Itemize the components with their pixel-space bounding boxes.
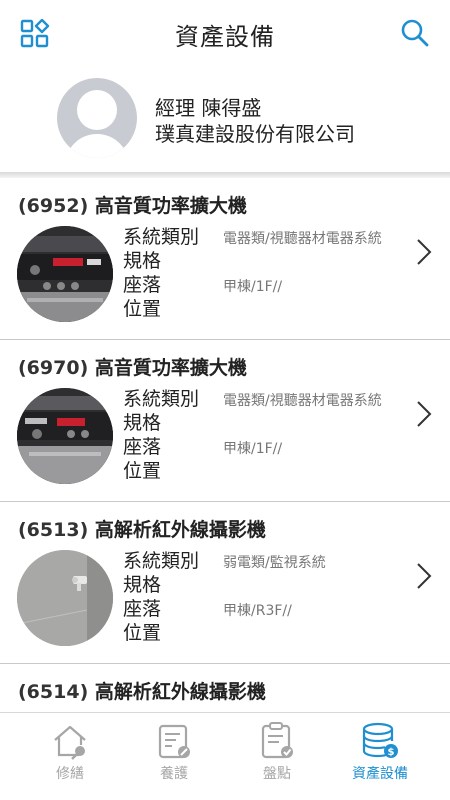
label-position: 位置 — [123, 622, 162, 644]
label-spec: 規格 — [123, 250, 162, 272]
amplifier-thumbnail — [17, 388, 113, 484]
house-wrench-icon — [54, 725, 86, 760]
label-position: 位置 — [123, 460, 162, 482]
label-position: 位置 — [123, 298, 162, 320]
label-system-type: 系統類別 — [123, 226, 200, 248]
asset-name: 高音質功率擴大機 — [94, 357, 247, 379]
asset-title: (6513) 高解析紅外線攝影機 — [18, 515, 266, 542]
camera-thumbnail — [17, 550, 113, 646]
page-title: 資產設備 — [175, 23, 275, 51]
bottom-tab-bar: 修繕 養護 盤點 $ 資產設備 — [0, 712, 450, 800]
list-item[interactable]: (6514) 高解析紅外線攝影機 — [0, 664, 450, 712]
chevron-right-icon[interactable] — [416, 562, 432, 590]
asset-name: 高解析紅外線攝影機 — [94, 681, 266, 703]
tab-label: 修繕 — [56, 766, 84, 782]
database-coin-icon: $ — [362, 722, 398, 758]
tab-label: 養護 — [160, 766, 188, 782]
asset-code: (6513) — [18, 519, 89, 541]
label-located: 座落 — [123, 274, 162, 296]
asset-code: (6952) — [18, 195, 89, 217]
asset-title: (6952) 高音質功率擴大機 — [18, 191, 247, 218]
tab-label: 盤點 — [263, 766, 291, 782]
clipboard-check-icon — [261, 722, 293, 759]
system-type-value: 電器類/視聽器材電器系統 — [223, 393, 382, 409]
system-type-value: 弱電類/監視系統 — [223, 555, 326, 571]
label-system-type: 系統類別 — [123, 388, 200, 410]
tab-assets[interactable]: $ 資產設備 — [330, 721, 430, 793]
company-name: 璞真建設股份有限公司 — [155, 122, 355, 146]
asset-code: (6970) — [18, 357, 89, 379]
label-spec: 規格 — [123, 412, 162, 434]
list-item[interactable]: (6513) 高解析紅外線攝影機 系統類別 規格 座落 位置 弱電類/監視系統 … — [0, 502, 450, 664]
amplifier-thumbnail — [17, 226, 113, 322]
field-labels: 系統類別 規格 座落 位置 — [123, 387, 199, 483]
field-labels: 系統類別 規格 座落 位置 — [123, 225, 199, 321]
user-profile: 經理 陳得盛 璞真建設股份有限公司 — [0, 64, 450, 172]
field-labels: 系統類別 規格 座落 位置 — [123, 549, 199, 645]
tab-maintenance[interactable]: 養護 — [124, 721, 224, 793]
label-located: 座落 — [123, 598, 162, 620]
asset-code: (6514) — [18, 681, 89, 703]
asset-name: 高解析紅外線攝影機 — [94, 519, 266, 541]
label-spec: 規格 — [123, 574, 162, 596]
location-value: 甲棟/1F// — [223, 279, 283, 295]
label-located: 座落 — [123, 436, 162, 458]
tab-repair[interactable]: 修繕 — [20, 721, 120, 793]
list-item[interactable]: (6952) 高音質功率擴大機 系統類別 規格 座落 位置 電器類/視聽器材電器… — [0, 178, 450, 340]
asset-title: (6970) 高音質功率擴大機 — [18, 353, 247, 380]
clipboard-wrench-icon — [158, 724, 190, 759]
system-type-value: 電器類/視聽器材電器系統 — [223, 231, 382, 247]
location-value: 甲棟/R3F// — [223, 603, 292, 619]
asset-name: 高音質功率擴大機 — [94, 195, 247, 217]
app-header: 資產設備 — [0, 0, 450, 64]
chevron-right-icon[interactable] — [416, 400, 432, 428]
avatar — [57, 78, 137, 158]
tab-label: 資產設備 — [352, 766, 408, 782]
svg-text:$: $ — [388, 747, 395, 758]
tab-inventory[interactable]: 盤點 — [227, 721, 327, 793]
search-icon[interactable] — [400, 18, 430, 48]
label-system-type: 系統類別 — [123, 550, 200, 572]
user-role-name: 經理 陳得盛 — [155, 96, 262, 120]
asset-title: (6514) 高解析紅外線攝影機 — [18, 677, 266, 704]
location-value: 甲棟/1F// — [223, 441, 283, 457]
asset-list[interactable]: (6952) 高音質功率擴大機 系統類別 規格 座落 位置 電器類/視聽器材電器… — [0, 178, 450, 712]
chevron-right-icon[interactable] — [416, 238, 432, 266]
list-item[interactable]: (6970) 高音質功率擴大機 系統類別 規格 座落 位置 電器類/視聽器材電器… — [0, 340, 450, 502]
